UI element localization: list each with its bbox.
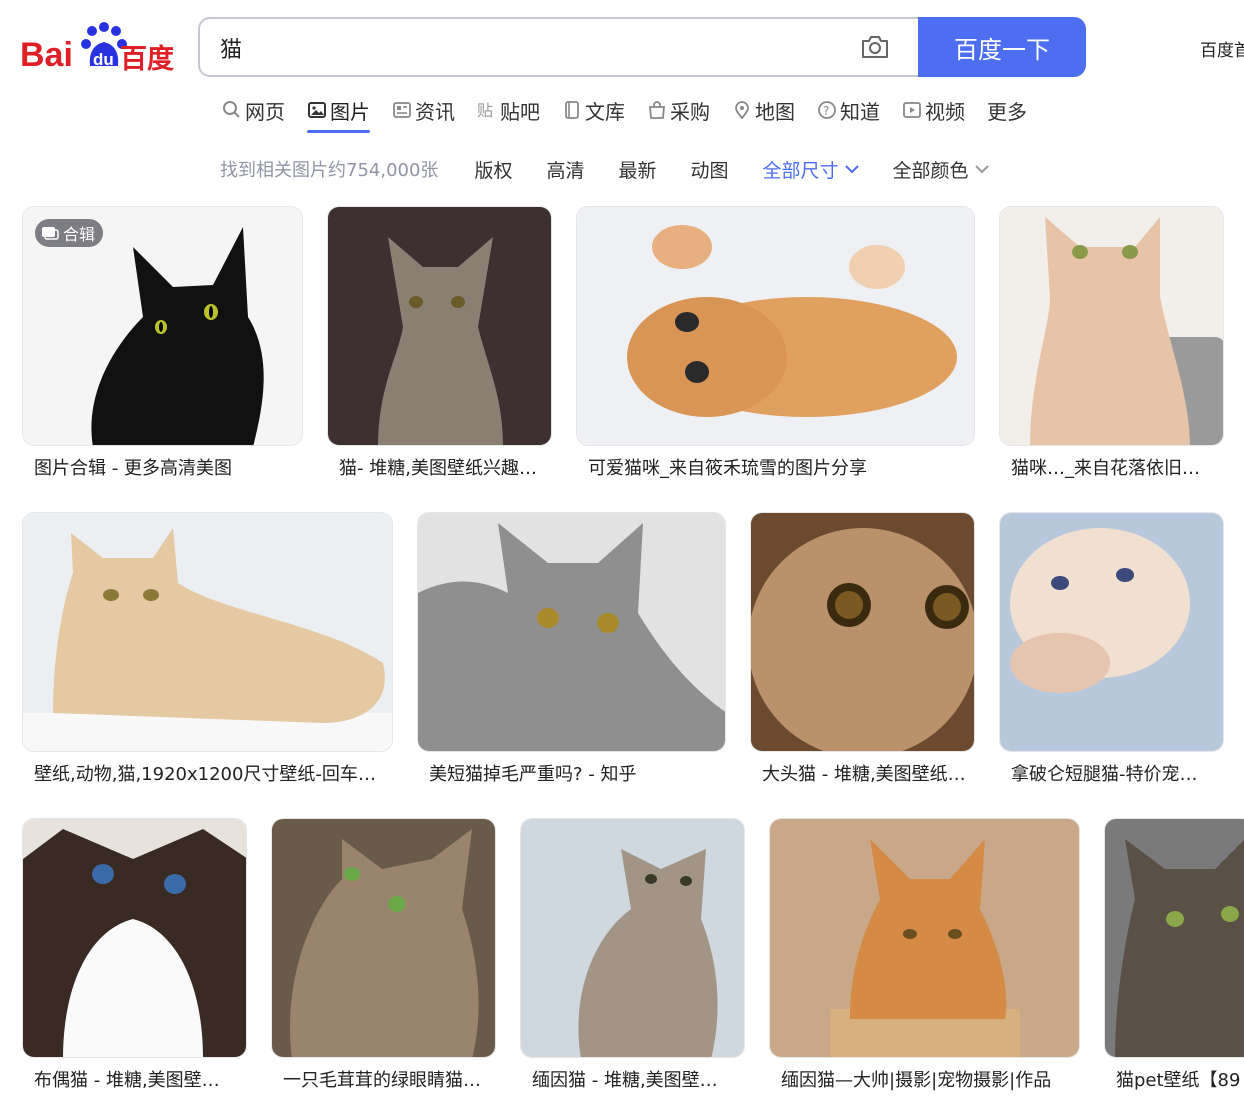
map-icon xyxy=(735,101,749,120)
image-caption[interactable]: 拿破仑短腿猫-特价宠物猫 xyxy=(1011,760,1211,786)
image-result[interactable]: 拿破仑短腿猫-特价宠物猫 xyxy=(999,512,1224,792)
filter-copyright[interactable]: 版权 xyxy=(474,156,512,183)
tab-label: 贴吧 xyxy=(500,99,540,124)
filter-bar: 找到相关图片约754,000张 版权 高清 最新 动图 全部尺寸 全部颜色 xyxy=(220,154,1023,184)
tab-shopping[interactable]: 采购 xyxy=(647,92,710,128)
image-result[interactable]: 大头猫 - 堆糖,美图壁纸兴趣社区 xyxy=(750,512,975,792)
tab-label: 地图 xyxy=(755,99,795,124)
image-result[interactable]: 可爱猫咪_来自筱禾琉雪的图片分享 xyxy=(576,206,975,486)
tab-news[interactable]: 资讯 xyxy=(392,92,455,128)
tab-more[interactable]: 更多 xyxy=(987,92,1027,128)
filter-hd[interactable]: 高清 xyxy=(546,156,584,183)
search-box[interactable] xyxy=(198,17,918,77)
image-caption[interactable]: 缅因猫 - 堆糖,美图壁纸兴趣社区 xyxy=(532,1066,732,1092)
image-caption[interactable]: 猫- 堆糖,美图壁纸兴趣社区 xyxy=(339,454,539,480)
tab-label: 更多 xyxy=(987,99,1027,124)
question-icon: ? xyxy=(818,101,836,119)
tab-video[interactable]: 视频 xyxy=(902,92,965,128)
tab-label: 图片 xyxy=(330,99,370,124)
image-thumbnail[interactable] xyxy=(769,818,1080,1058)
logo-text-bai: Bai xyxy=(20,36,73,74)
camera-icon[interactable] xyxy=(860,35,890,59)
album-badge-label: 合辑 xyxy=(63,225,96,244)
image-caption[interactable]: 大头猫 - 堆糖,美图壁纸兴趣社区 xyxy=(762,760,967,786)
image-caption[interactable]: 可爱猫咪_来自筱禾琉雪的图片分享 xyxy=(588,454,968,480)
tab-label: 网页 xyxy=(245,99,285,124)
image-result[interactable]: 美短猫掉毛严重吗? - 知乎 xyxy=(417,512,726,792)
tab-label: 采购 xyxy=(670,99,710,124)
image-thumbnail[interactable] xyxy=(999,512,1224,752)
image-thumbnail[interactable] xyxy=(750,512,975,752)
image-thumbnail[interactable]: 合辑 xyxy=(22,206,303,446)
search-tabs: 网页 图片 资讯 贴 贴吧 文库 采购 地图 ? 知道 视频 更多 xyxy=(222,92,1049,133)
tab-label: 知道 xyxy=(840,99,880,124)
image-caption[interactable]: 美短猫掉毛严重吗? - 知乎 xyxy=(429,760,719,786)
image-result[interactable]: 合辑 图片合辑 - 更多高清美图 xyxy=(22,206,303,486)
image-thumbnail[interactable] xyxy=(327,206,552,446)
tab-images[interactable]: 图片 xyxy=(307,92,370,133)
filter-size-dropdown[interactable]: 全部尺寸 xyxy=(763,156,859,183)
image-icon xyxy=(308,102,326,118)
chevron-down-icon xyxy=(974,165,989,174)
document-icon xyxy=(565,101,579,119)
image-caption[interactable]: 图片合辑 - 更多高清美图 xyxy=(34,454,294,480)
result-count: 找到相关图片约754,000张 xyxy=(220,160,439,181)
image-result[interactable]: 缅因猫 - 堆糖,美图壁纸兴趣社区 xyxy=(520,818,745,1098)
tab-label: 视频 xyxy=(925,99,965,124)
image-result[interactable]: 布偶猫 - 堆糖,美图壁纸兴趣社区 xyxy=(22,818,247,1098)
svg-text:贴: 贴 xyxy=(477,101,493,120)
image-caption[interactable]: 猫pet壁纸【89 xyxy=(1116,1066,1244,1092)
video-icon xyxy=(903,102,921,118)
search-input[interactable] xyxy=(220,31,820,65)
image-result[interactable]: 一只毛茸茸的绿眼睛猫咪图片 xyxy=(271,818,496,1098)
image-thumbnail[interactable] xyxy=(1104,818,1244,1058)
baidu-logo[interactable]: Bai du 百度 xyxy=(20,20,180,76)
image-result[interactable]: 猫- 堆糖,美图壁纸兴趣社区 xyxy=(327,206,552,486)
tab-tieba[interactable]: 贴 贴吧 xyxy=(477,92,540,128)
image-thumbnail[interactable] xyxy=(417,512,726,752)
image-thumbnail[interactable] xyxy=(999,206,1224,446)
logo-text-cn: 百度 xyxy=(120,43,174,75)
image-caption[interactable]: 缅因猫—大帅|摄影|宠物摄影|作品 xyxy=(781,1066,1066,1092)
image-caption[interactable]: 猫咪…_来自花落依旧的图片分享 xyxy=(1011,454,1211,480)
filter-latest[interactable]: 最新 xyxy=(618,156,656,183)
image-caption[interactable]: 壁纸,动物,猫,1920x1200尺寸壁纸-回车桌面 xyxy=(34,760,379,786)
album-badge: 合辑 xyxy=(35,219,104,247)
logo-text-du: du xyxy=(93,50,114,69)
baidu-home-link[interactable]: 百度首页 xyxy=(1200,36,1244,61)
image-thumbnail[interactable] xyxy=(22,818,247,1058)
filter-size-label: 全部尺寸 xyxy=(762,159,839,182)
image-result[interactable]: 壁纸,动物,猫,1920x1200尺寸壁纸-回车桌面 xyxy=(22,512,393,792)
album-icon xyxy=(42,227,59,240)
news-icon xyxy=(393,102,411,118)
search-icon xyxy=(223,101,240,118)
filter-animated[interactable]: 动图 xyxy=(690,156,728,183)
tab-label: 资讯 xyxy=(415,99,455,124)
image-result[interactable]: 缅因猫—大帅|摄影|宠物摄影|作品 xyxy=(769,818,1080,1098)
shopping-icon xyxy=(649,101,665,119)
svg-text:?: ? xyxy=(823,104,829,118)
image-result[interactable]: 猫咪…_来自花落依旧的图片分享 xyxy=(999,206,1224,486)
image-thumbnail[interactable] xyxy=(271,818,496,1058)
filter-color-label: 全部颜色 xyxy=(892,159,969,182)
image-thumbnail[interactable] xyxy=(22,512,393,752)
image-caption[interactable]: 布偶猫 - 堆糖,美图壁纸兴趣社区 xyxy=(34,1066,234,1092)
tieba-icon: 贴 xyxy=(477,101,493,120)
chevron-down-icon xyxy=(844,165,859,174)
image-caption[interactable]: 一只毛茸茸的绿眼睛猫咪图片 xyxy=(283,1066,483,1092)
tab-wenku[interactable]: 文库 xyxy=(562,92,625,128)
image-thumbnail[interactable] xyxy=(576,206,975,446)
image-result[interactable]: 猫pet壁纸【89 xyxy=(1104,818,1244,1098)
search-button[interactable]: 百度一下 xyxy=(918,17,1086,77)
tab-zhidao[interactable]: ? 知道 xyxy=(817,92,880,128)
image-thumbnail[interactable] xyxy=(520,818,745,1058)
filter-color-dropdown[interactable]: 全部颜色 xyxy=(893,156,989,183)
tab-web[interactable]: 网页 xyxy=(222,92,285,128)
tab-map[interactable]: 地图 xyxy=(732,92,795,128)
tab-label: 文库 xyxy=(585,99,625,124)
